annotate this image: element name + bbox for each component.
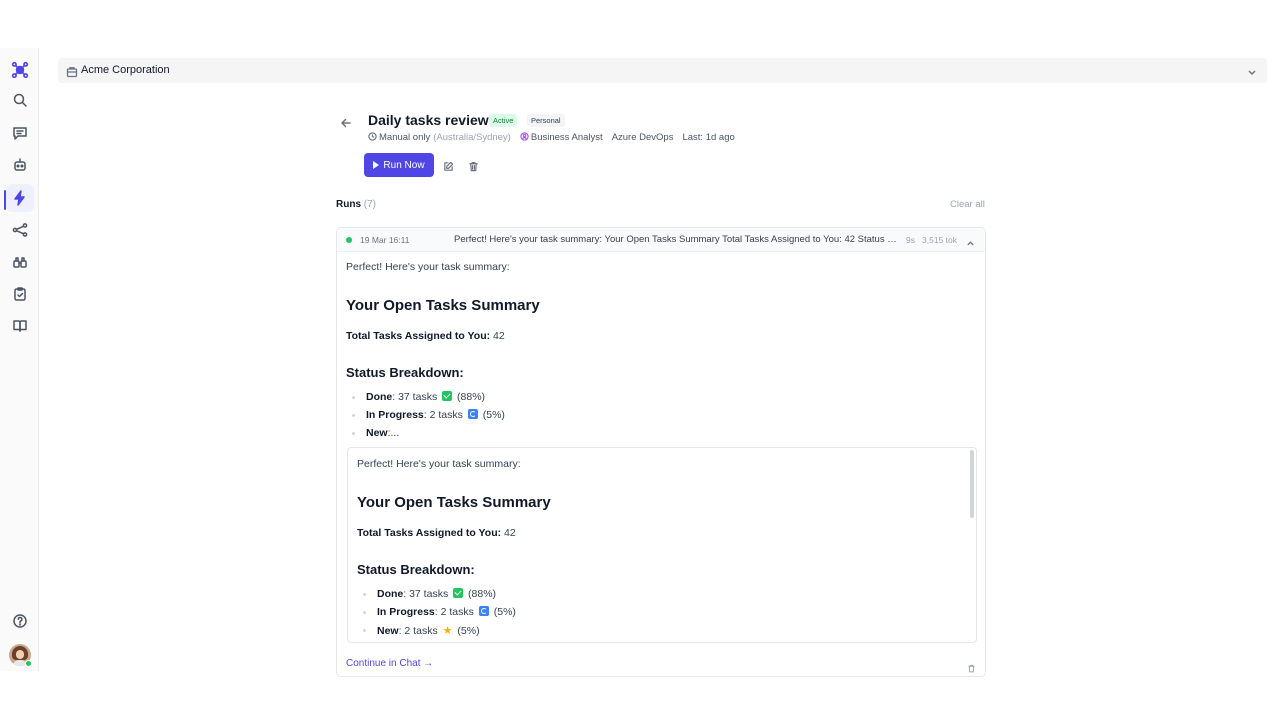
online-status-dot [25,660,32,667]
status-done-item: Done: 37 tasks (88%) [366,391,486,403]
run-duration: 9s [906,235,915,245]
cycle-icon [467,409,478,419]
automation-meta: Manual only (Australia/Sydney) Business … [368,132,735,143]
bullet [352,432,355,435]
bot-icon[interactable] [6,151,34,179]
page-title: Daily tasks review [368,112,489,128]
run-status-dot [346,237,352,243]
summary-heading: Your Open Tasks Summary [357,494,551,511]
continue-in-chat-link[interactable]: Continue in Chat → [346,658,433,669]
summary-heading: Your Open Tasks Summary [346,297,540,314]
help-icon[interactable] [6,607,34,635]
run-tokens: 3,515 tok [922,235,957,245]
clock-icon [368,132,379,143]
schedule-text: Manual only [379,132,431,143]
org-selector[interactable]: Acme Corporation [58,58,1267,83]
breakdown-heading: Status Breakdown: [346,365,464,380]
role-icon [520,132,531,143]
total-tasks-line: Total Tasks Assigned to You: 42 [357,527,516,539]
back-button[interactable] [340,116,354,130]
building-icon [66,65,78,78]
total-tasks-line: Total Tasks Assigned to You: 42 [346,330,505,342]
edit-button[interactable] [443,159,455,171]
run-now-label: Run Now [383,159,425,171]
run-row-header[interactable]: 19 Mar 16:11 Perfect! Here's your task s… [337,228,985,252]
lightning-icon[interactable] [6,184,34,212]
run-output-panel[interactable]: Perfect! Here's your task summary: Your … [347,447,977,643]
status-done-item: Done: 37 tasks (88%) [377,588,497,600]
summary-intro: Perfect! Here's your task summary: [357,458,521,470]
bullet [352,396,355,399]
book-icon[interactable] [6,312,34,340]
clipboard-check-icon[interactable] [6,280,34,308]
timezone-text: (Australia/Sydney) [433,132,511,143]
bullet [363,629,366,632]
trash-icon [469,162,478,172]
chevron-down-icon[interactable] [1247,64,1259,76]
delete-button[interactable] [468,159,480,172]
run-card: 19 Mar 16:11 Perfect! Here's your task s… [336,227,986,677]
arrow-left-icon [341,118,351,128]
share-icon[interactable] [6,216,34,244]
summary-intro: Perfect! Here's your task summary: [346,261,510,273]
check-icon [442,391,453,401]
org-name: Acme Corporation [81,64,170,76]
star-icon: ★ [442,625,453,637]
delete-run-button[interactable] [967,660,977,673]
status-new-item-truncated: New:... [366,427,400,439]
edit-icon [444,161,454,171]
trash-icon [968,664,975,673]
sidebar [0,48,39,671]
last-run-text: Last: 1d ago [682,132,735,143]
run-date: 19 Mar 16:11 [360,235,410,245]
check-icon [453,588,464,598]
run-now-button[interactable]: Run Now [364,153,434,177]
clear-all-button[interactable]: Clear all [950,199,985,210]
status-inprogress-item: In Progress: 2 tasks (5%) [377,606,516,618]
bullet [363,593,366,596]
binoculars-icon[interactable] [6,248,34,276]
chevron-up-icon[interactable] [966,235,976,246]
bullet [363,611,366,614]
play-icon [373,161,380,169]
bullet [352,414,355,417]
status-badge: Active [489,114,518,127]
cycle-icon [478,606,489,616]
breakdown-heading: Status Breakdown: [357,562,475,577]
status-inprogress-item: In Progress: 2 tasks (5%) [366,409,505,421]
scrollbar[interactable] [970,450,974,518]
integration-text: Azure DevOps [611,132,674,143]
runs-count: (7) [363,199,377,210]
role-text: Business Analyst [530,132,603,143]
logo-icon[interactable] [6,56,34,84]
run-preview: Perfect! Here's your task summary: Your … [454,234,900,245]
status-new-item: New: 2 tasks ★ (5%) [377,625,480,637]
chat-icon[interactable] [6,119,34,147]
scope-badge: Personal [527,114,565,127]
runs-heading: Runs (7) [336,199,377,210]
search-icon[interactable] [6,86,34,114]
